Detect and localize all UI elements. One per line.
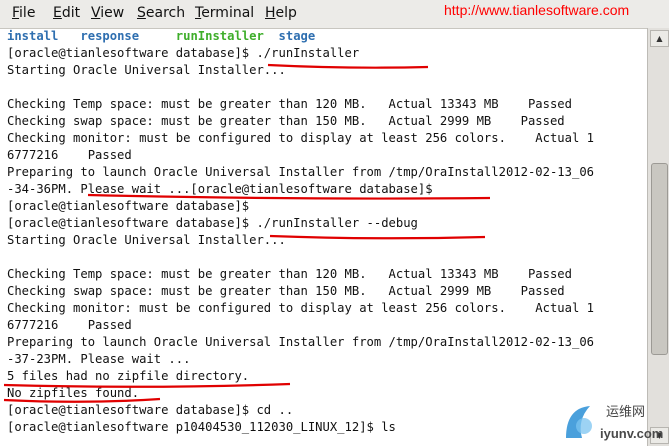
terminal-line: Preparing to launch Oracle Universal Ins… — [7, 335, 594, 349]
terminal-line: [oracle@tianlesoftware database]$ ./runI… — [7, 46, 360, 60]
terminal-line: Checking swap space: must be greater tha… — [7, 284, 565, 298]
terminal-line: Checking Temp space: must be greater tha… — [7, 97, 572, 111]
terminal-line: Checking swap space: must be greater tha… — [7, 114, 565, 128]
iyunv-watermark-logo: 运维网 iyunv.com — [566, 405, 663, 441]
menu-edit[interactable]: Edit — [53, 5, 80, 21]
terminal-line: Preparing to launch Oracle Universal Ins… — [7, 165, 594, 179]
menu-terminal[interactable]: Terminal — [195, 5, 254, 21]
ls-listing: install response runInstaller stage — [7, 28, 594, 45]
terminal-line: 6777216 Passed — [7, 148, 132, 162]
terminal-line: 6777216 Passed — [7, 318, 132, 332]
watermark-url: http://www.tianlesoftware.com — [444, 2, 630, 18]
terminal-output[interactable]: install response runInstaller stage [ora… — [0, 28, 647, 446]
terminal-line: Checking monitor: must be configured to … — [7, 131, 594, 145]
terminal-line: 5 files had no zipfile directory. — [7, 369, 250, 383]
terminal-line: [oracle@tianlesoftware p10404530_112030_… — [7, 420, 396, 434]
terminal-lines: install response runInstaller stage [ora… — [7, 28, 594, 436]
terminal-line: Checking Temp space: must be greater tha… — [7, 267, 572, 281]
menu-bar: File Edit View Search Terminal Help http… — [0, 0, 669, 29]
logo-chinese-text: 运维网 — [606, 405, 645, 420]
logo-domain-text: iyunv.com — [600, 426, 663, 441]
terminal-line: -34-36PM. Please wait ...[oracle@tianles… — [7, 182, 433, 196]
menu-help[interactable]: Help — [265, 5, 297, 21]
ls-entry-install: install — [7, 29, 59, 43]
scroll-up-arrow-icon[interactable]: ▲ — [650, 30, 669, 47]
ls-entry-runinstaller: runInstaller — [175, 29, 264, 43]
menu-search[interactable]: Search — [137, 5, 185, 21]
ls-entry-stage: stage — [278, 29, 316, 43]
terminal-line: No zipfiles found. — [7, 386, 140, 400]
terminal-line: [oracle@tianlesoftware database]$ cd .. — [7, 403, 294, 417]
scrollbar-thumb[interactable] — [651, 163, 668, 355]
terminal-line: Starting Oracle Universal Installer... — [7, 63, 286, 77]
terminal-line: [oracle@tianlesoftware database]$ ./runI… — [7, 216, 418, 230]
ls-entry-response: response — [80, 29, 140, 43]
terminal-line: -37-23PM. Please wait ... — [7, 352, 191, 366]
terminal-line: Starting Oracle Universal Installer... — [7, 233, 286, 247]
menu-view[interactable]: View — [91, 5, 124, 21]
vertical-scrollbar[interactable]: ▲ ▼ — [647, 28, 669, 446]
logo-orb — [576, 418, 592, 434]
terminal-line: Checking monitor: must be configured to … — [7, 301, 594, 315]
menu-file[interactable]: File — [12, 5, 35, 21]
terminal-line: [oracle@tianlesoftware database]$ — [7, 199, 250, 213]
